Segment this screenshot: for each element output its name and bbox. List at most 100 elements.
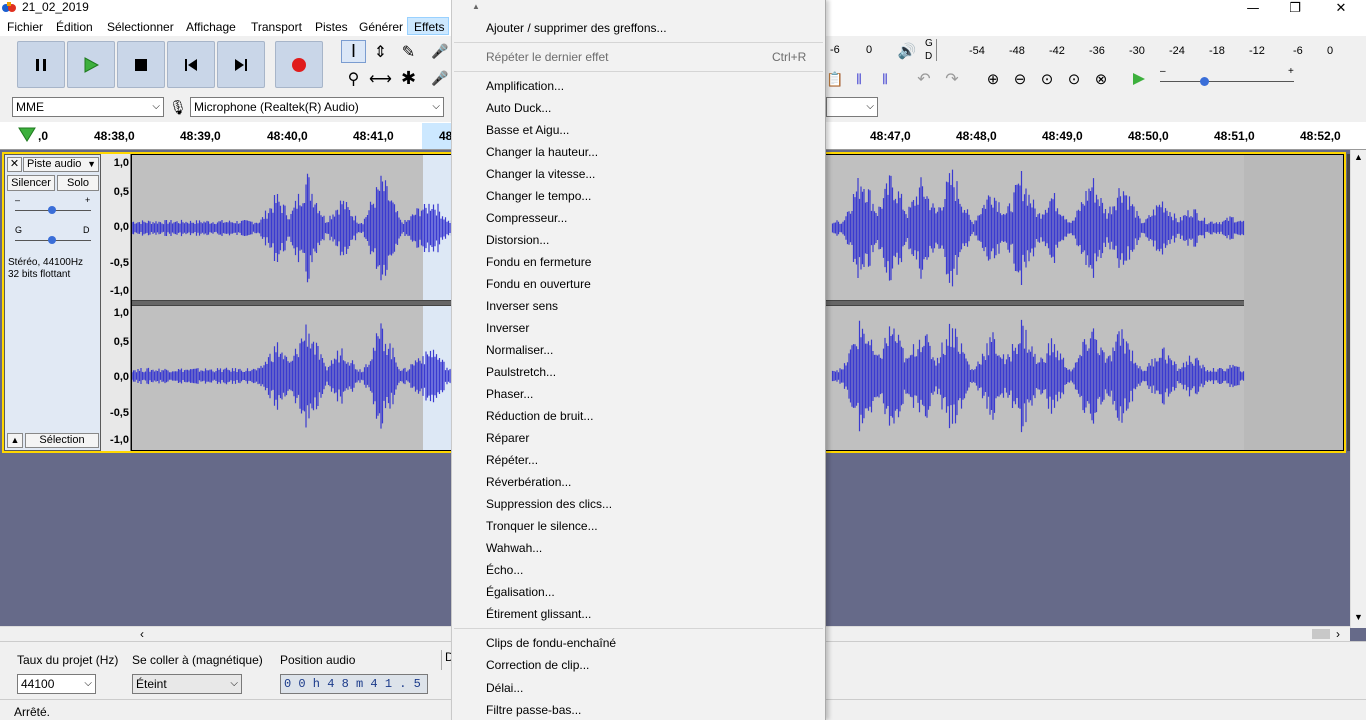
scroll-left-arrow-icon[interactable]: ‹	[140, 627, 144, 641]
pause-button[interactable]	[17, 41, 65, 88]
menu-fichier[interactable]: Fichier	[7, 20, 43, 34]
menu-separator	[454, 71, 823, 72]
scroll-thumb[interactable]	[1312, 629, 1330, 639]
scroll-right-arrow-icon[interactable]: ›	[1336, 627, 1340, 641]
menu-transport[interactable]: Transport	[251, 20, 302, 34]
stop-button[interactable]	[117, 41, 165, 88]
multi-tool-button[interactable]: ✱	[396, 67, 421, 90]
menu-item-effect-more[interactable]: Clips de fondu-enchaîné	[486, 636, 616, 650]
track-info-format: Stéréo, 44100Hz	[8, 257, 84, 268]
track-name-menu[interactable]: Piste audio ▼	[23, 157, 99, 172]
menu-item-effect[interactable]: Tronquer le silence...	[486, 519, 598, 533]
menu-item-effect-more[interactable]: Filtre passe-bas...	[486, 703, 581, 717]
menu-item-effect[interactable]: Changer la vitesse...	[486, 167, 595, 181]
menu-item-effect[interactable]: Wahwah...	[486, 541, 542, 555]
pan-slider-thumb[interactable]	[48, 236, 56, 244]
menu-item-effect[interactable]: Phaser...	[486, 387, 533, 401]
input-device-select[interactable]: Microphone (Realtek(R) Audio) ⌵	[190, 97, 444, 117]
ruler-label: 48:47,0	[870, 129, 911, 143]
collapse-track-button[interactable]: ▲	[7, 433, 23, 448]
silence-button[interactable]: ⫼	[874, 70, 896, 88]
menu-item-effect[interactable]: Écho...	[486, 563, 523, 577]
speed-slider-thumb[interactable]	[1200, 77, 1209, 86]
menu-item-effect[interactable]: Paulstretch...	[486, 365, 556, 379]
channels-select[interactable]: ⌵	[826, 97, 878, 117]
skip-to-end-button[interactable]	[217, 41, 265, 88]
project-rate-select[interactable]: 44100 ⌵	[17, 674, 96, 694]
minimize-button[interactable]: —	[1230, 0, 1276, 16]
selection-tool-button[interactable]: I	[341, 40, 366, 63]
menu-edition[interactable]: Édition	[56, 20, 93, 34]
track-close-button[interactable]: ✕	[7, 157, 22, 172]
undo-button[interactable]: ↶	[912, 70, 936, 88]
draw-tool-button[interactable]: ✎	[396, 40, 421, 63]
menu-item-effect[interactable]: Compresseur...	[486, 211, 567, 225]
host-select[interactable]: MME ⌵	[12, 97, 164, 117]
audio-position-field[interactable]: 0 0 h 4 8 m 4 1 . 5 8 1 s	[280, 674, 428, 694]
zoom-in-button[interactable]: ⊕	[982, 70, 1004, 88]
envelope-tool-button[interactable]: ⇕	[368, 40, 393, 63]
menu-item-effect[interactable]: Fondu en fermeture	[486, 255, 591, 269]
menu-item-effect[interactable]: Amplification...	[486, 79, 564, 93]
menu-item-effect[interactable]: Égalisation...	[486, 585, 555, 599]
track-info-bits: 32 bits flottant	[8, 269, 71, 280]
fit-project-icon: ⊙	[1067, 71, 1081, 88]
menu-item-effect[interactable]: Inverser	[486, 321, 529, 335]
menu-item-add-remove-plugins[interactable]: Ajouter / supprimer des greffons...	[486, 21, 667, 35]
menu-scroll-up-icon[interactable]: ▲	[472, 2, 480, 11]
record-button[interactable]	[275, 41, 323, 88]
play-head-icon[interactable]	[18, 127, 36, 143]
play-speed-slider[interactable]: – +	[1158, 66, 1298, 88]
menu-item-repeat-last-effect[interactable]: Répéter le dernier effet	[486, 50, 609, 64]
mute-button[interactable]: Silencer	[7, 175, 55, 191]
fit-project-button[interactable]: ⊙	[1063, 70, 1085, 88]
menu-separator	[454, 42, 823, 43]
timeshift-tool-button[interactable]: ⟷	[368, 67, 393, 90]
playback-meter-button[interactable]: 🔊	[895, 40, 919, 62]
scroll-down-arrow-icon[interactable]: ▼	[1354, 612, 1363, 622]
play-button[interactable]	[67, 41, 115, 88]
menu-item-effect[interactable]: Étirement glissant...	[486, 607, 591, 621]
menu-affichage[interactable]: Affichage	[186, 20, 236, 34]
menu-item-effect[interactable]: Répéter...	[486, 453, 538, 467]
fit-selection-button[interactable]: ⊙	[1036, 70, 1058, 88]
skip-to-start-button[interactable]	[167, 41, 215, 88]
menu-item-effect[interactable]: Suppression des clics...	[486, 497, 612, 511]
menu-item-effect-more[interactable]: Correction de clip...	[486, 658, 589, 672]
zoom-tool-button[interactable]: ⚲	[341, 67, 366, 90]
playback-meter[interactable]: -54 -48 -42 -36 -30 -24 -18 -12 -6 0	[936, 39, 1336, 61]
select-track-button[interactable]: Sélection	[25, 433, 99, 448]
trim-button[interactable]: ⫼	[848, 70, 870, 88]
menu-item-effect[interactable]: Réverbération...	[486, 475, 571, 489]
menu-item-effect[interactable]: Réduction de bruit...	[486, 409, 593, 423]
menu-item-effect-more[interactable]: Délai...	[486, 681, 523, 695]
menu-generer[interactable]: Générer	[359, 20, 403, 34]
menu-selectionner[interactable]: Sélectionner	[107, 20, 174, 34]
zoom-out-button[interactable]: ⊖	[1009, 70, 1031, 88]
redo-button[interactable]: ↷	[940, 70, 964, 88]
play-at-speed-button[interactable]	[1128, 69, 1150, 89]
menu-item-effect[interactable]: Inverser sens	[486, 299, 558, 313]
paste-button[interactable]: 📋	[826, 70, 844, 88]
scroll-up-arrow-icon[interactable]: ▲	[1354, 152, 1363, 162]
zoom-toggle-button[interactable]: ⊗	[1090, 70, 1112, 88]
menu-item-effect[interactable]: Changer la hauteur...	[486, 145, 598, 159]
menu-item-effect[interactable]: Distorsion...	[486, 233, 549, 247]
snap-select[interactable]: Éteint ⌵	[132, 674, 242, 694]
mic-meter-button-2[interactable]: 🎤	[430, 67, 450, 90]
menu-item-effect[interactable]: Fondu en ouverture	[486, 277, 591, 291]
gain-slider-thumb[interactable]	[48, 206, 56, 214]
menu-item-effect[interactable]: Normaliser...	[486, 343, 553, 357]
mic-meter-button[interactable]: 🎤	[430, 40, 450, 63]
menu-item-effect[interactable]: Basse et Aigu...	[486, 123, 569, 137]
pause-icon	[36, 58, 46, 71]
close-window-button[interactable]: ✕	[1318, 0, 1364, 16]
menu-item-effect[interactable]: Changer le tempo...	[486, 189, 591, 203]
menu-pistes[interactable]: Pistes	[315, 20, 348, 34]
menu-item-effect[interactable]: Réparer	[486, 431, 529, 445]
maximize-button[interactable]: ❐	[1272, 0, 1318, 16]
vertical-scrollbar[interactable]: ▲ ▼	[1350, 150, 1366, 628]
solo-button[interactable]: Solo	[57, 175, 99, 191]
menu-item-effect[interactable]: Auto Duck...	[486, 101, 551, 115]
menu-effets[interactable]: Effets	[414, 20, 444, 34]
